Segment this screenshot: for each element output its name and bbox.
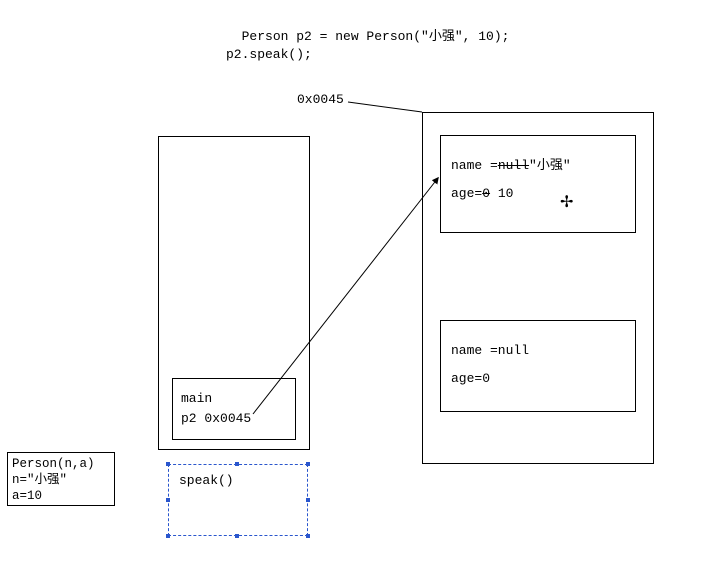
code-snippet: Person p2 = new Person("小强", 10); p2.spe… <box>226 10 509 64</box>
selection-handle <box>166 462 170 466</box>
selection-handle <box>306 498 310 502</box>
speak-label: speak() <box>179 473 297 488</box>
stack-frame-main: main p2 0x0045 <box>172 378 296 440</box>
move-cursor-icon: ✢ <box>560 192 573 212</box>
stack-frame-speak: speak() <box>168 464 308 536</box>
selection-handle <box>166 534 170 538</box>
stack-main-p2: p2 0x0045 <box>181 409 287 429</box>
selection-handle <box>235 462 239 466</box>
person-line3: a=10 <box>12 488 110 504</box>
obj1-name-old: null <box>498 158 529 173</box>
obj1-age-old: 0 <box>482 186 490 201</box>
address-label: 0x0045 <box>297 92 344 107</box>
person-line1: Person(n,a) <box>12 456 110 472</box>
code-line-1: Person p2 = new Person("小强", 10); <box>242 29 510 44</box>
heap-object-1: name =null"小强" age=0 10 <box>440 135 636 233</box>
heap-object-2: name =null age=0 <box>440 320 636 412</box>
stack-main-label: main <box>181 389 287 409</box>
obj1-age-new: 10 <box>498 186 514 201</box>
code-line-2: p2.speak(); <box>226 47 312 62</box>
person-line2: n="小强" <box>12 472 110 488</box>
selection-handle <box>306 462 310 466</box>
obj2-age-line: age=0 <box>451 365 625 393</box>
stack-frame-person: Person(n,a) n="小强" a=10 <box>7 452 115 506</box>
obj2-name-line: name =null <box>451 337 625 365</box>
obj1-age-line: age=0 10 <box>451 180 625 208</box>
selection-handle <box>235 534 239 538</box>
obj1-name-new: "小强" <box>529 158 571 173</box>
p2-label: p2 <box>181 411 197 426</box>
p2-value: 0x0045 <box>204 411 251 426</box>
selection-handle <box>166 498 170 502</box>
selection-handle <box>306 534 310 538</box>
obj1-name-line: name =null"小强" <box>451 152 625 180</box>
